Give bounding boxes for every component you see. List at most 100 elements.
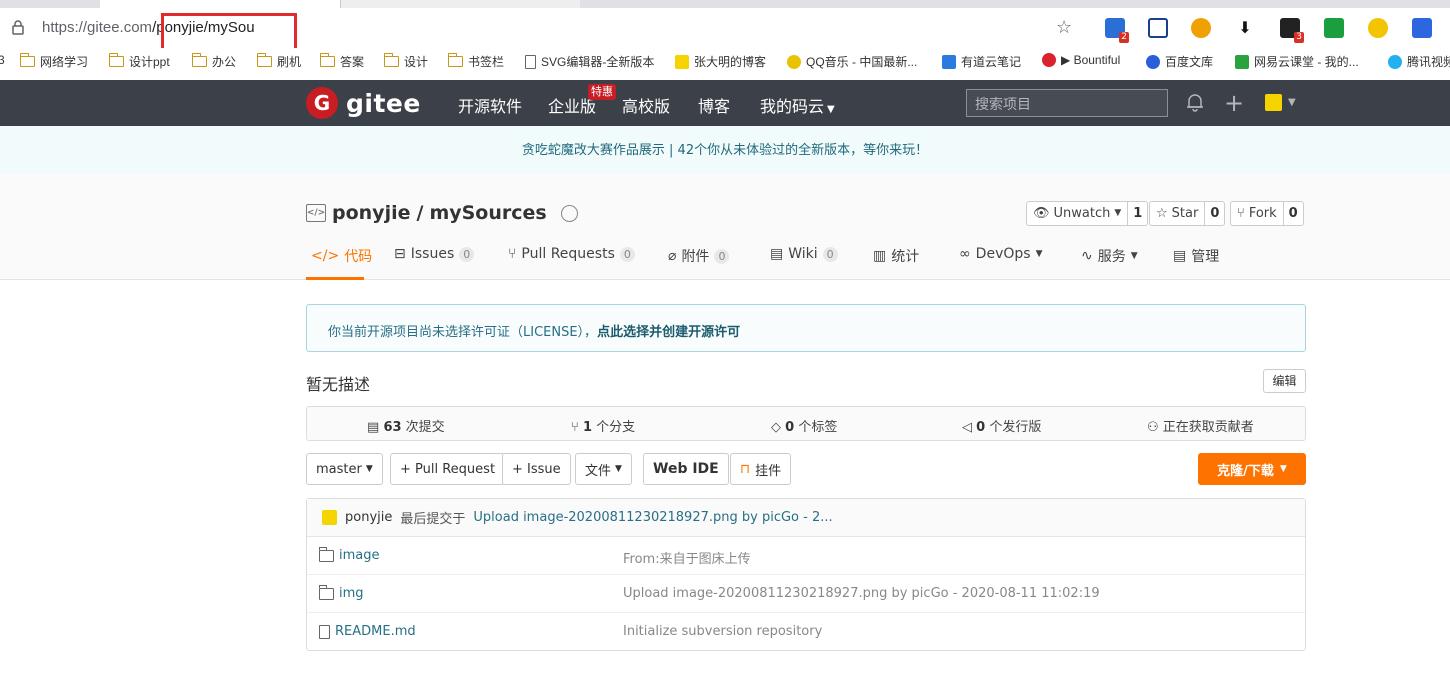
extension-icon[interactable]: 2 bbox=[1105, 18, 1129, 43]
tab-pull-requests[interactable]: ⑂ Pull Requests 0 bbox=[508, 246, 635, 262]
web-ide-button[interactable]: Web IDE bbox=[643, 453, 729, 485]
file-row[interactable]: README.md Initialize subversion reposito… bbox=[307, 613, 1305, 651]
bookmark-item[interactable]: 设计 bbox=[383, 53, 429, 70]
repo-name[interactable]: mySources bbox=[429, 202, 546, 224]
tab-issues[interactable]: ⊟ Issues 0 bbox=[394, 246, 475, 262]
settings-doc-icon: ▤ bbox=[1173, 248, 1187, 264]
bell-icon[interactable] bbox=[1186, 92, 1204, 116]
nav-blog[interactable]: 博客 bbox=[698, 93, 730, 117]
bookmark-item[interactable]: QQ音乐 - 中国最新... bbox=[787, 53, 917, 70]
file-name[interactable]: image bbox=[318, 547, 380, 563]
tab-manage[interactable]: ▤ 管理 bbox=[1173, 246, 1219, 266]
avatar[interactable] bbox=[1265, 94, 1282, 111]
file-row[interactable]: img Upload image-20200811230218927.png b… bbox=[307, 575, 1305, 613]
tag-icon: ◇ bbox=[771, 420, 781, 435]
repo-title: </> ponyjie / mySources bbox=[306, 202, 578, 224]
star-button[interactable]: ☆ Star 0 bbox=[1149, 201, 1226, 226]
repo-stats-bar: ▤ 63 次提交 ⑂ 1 个分支 ◇ 0 个标签 ◁ 0 个发行版 ⚇ 正在获取… bbox=[306, 406, 1306, 441]
commit-user[interactable]: ponyjie bbox=[345, 510, 392, 525]
bookmark-item[interactable]: ▶ Bountiful bbox=[1042, 53, 1120, 67]
lock-icon bbox=[12, 20, 24, 39]
pull-request-button[interactable]: + Pull Request bbox=[390, 453, 506, 485]
active-tab-indicator bbox=[306, 277, 364, 280]
stat-contributors[interactable]: ⚇ 正在获取贡献者 bbox=[1147, 416, 1254, 435]
bookmark-item[interactable]: 腾讯视频 bbox=[1388, 53, 1450, 70]
branch-select[interactable]: master ▼ bbox=[306, 453, 383, 485]
star-count[interactable]: 0 bbox=[1204, 202, 1224, 225]
clone-download-button[interactable]: 克隆/下载 ▼ bbox=[1198, 453, 1306, 485]
file-name[interactable]: img bbox=[318, 585, 364, 601]
plus-icon[interactable]: + bbox=[1224, 89, 1244, 117]
extension-icon[interactable]: 3 bbox=[1280, 18, 1304, 43]
bookmark-item[interactable]: 有道云笔记 bbox=[942, 53, 1021, 70]
gitee-logo[interactable]: G gitee bbox=[306, 87, 421, 119]
stat-branches[interactable]: ⑂ 1 个分支 bbox=[571, 416, 635, 435]
avatar[interactable] bbox=[322, 510, 337, 525]
bookmark-label: ▶ Bountiful bbox=[1061, 53, 1121, 67]
watch-count[interactable]: 1 bbox=[1127, 202, 1147, 225]
file-row[interactable]: image From:来自于图床上传 bbox=[307, 537, 1305, 575]
bookmark-item[interactable]: 办公 bbox=[191, 53, 236, 70]
search-input[interactable]: 搜索项目 bbox=[966, 89, 1168, 117]
tab-stats[interactable]: ▥ 统计 bbox=[873, 246, 919, 266]
send-icon: ◁ bbox=[962, 420, 972, 435]
watch-button[interactable]: 👁 Unwatch ▼ 1 bbox=[1026, 201, 1149, 226]
address-bar[interactable]: https://gitee.com/ponyjie/mySou ☆ 2 ⬇ 3 bbox=[0, 8, 1450, 51]
fork-count[interactable]: 0 bbox=[1282, 202, 1303, 225]
file-name[interactable]: README.md bbox=[319, 624, 416, 639]
nav-education[interactable]: 高校版 bbox=[622, 93, 670, 117]
bookmark-item[interactable]: 答案 bbox=[319, 53, 364, 70]
tab-label: Issues bbox=[410, 246, 455, 262]
bookmark-item[interactable]: 刷机 bbox=[256, 53, 302, 70]
stat-commits[interactable]: ▤ 63 次提交 bbox=[367, 416, 445, 435]
tencent-video-icon bbox=[1388, 54, 1402, 69]
bookmark-star-icon[interactable]: ☆ bbox=[1056, 17, 1072, 38]
widget-button[interactable]: ⊓ 挂件 bbox=[730, 453, 792, 485]
bookmark-item[interactable]: SVG编辑器-全新版本 bbox=[525, 53, 654, 70]
extension-icon[interactable] bbox=[1148, 18, 1168, 38]
file-menu-button[interactable]: 文件 ▼ bbox=[575, 453, 632, 485]
extension-icon[interactable] bbox=[1324, 18, 1344, 38]
bookmark-label: 设计 bbox=[404, 55, 429, 69]
edit-description-button[interactable]: 编辑 bbox=[1263, 369, 1306, 393]
commit-message[interactable]: Upload image-20200811230218927.png by pi… bbox=[473, 510, 832, 525]
license-link[interactable]: 点此选择并创建开源许可 bbox=[597, 325, 740, 340]
extension-icon[interactable] bbox=[1412, 18, 1432, 38]
stat-tags[interactable]: ◇ 0 个标签 bbox=[771, 416, 837, 435]
bookmark-fragment[interactable]: 3 bbox=[0, 53, 5, 67]
browser-tab[interactable] bbox=[340, 0, 580, 8]
folder-icon bbox=[19, 53, 35, 67]
bookmark-item[interactable]: 网易云课堂 - 我的... bbox=[1235, 53, 1359, 70]
file-commit-message[interactable]: Upload image-20200811230218927.png by pi… bbox=[623, 586, 1100, 601]
fork-button[interactable]: ⑂ Fork 0 bbox=[1230, 201, 1304, 226]
file-commit-message[interactable]: Initialize subversion repository bbox=[623, 624, 822, 639]
tab-wiki[interactable]: ▤ Wiki 0 bbox=[770, 246, 838, 262]
nav-my-gitee[interactable]: 我的码云 ▼ bbox=[760, 93, 835, 117]
stat-releases[interactable]: ◁ 0 个发行版 bbox=[962, 416, 1041, 435]
bookmark-item[interactable]: 张大明的博客 bbox=[675, 53, 766, 70]
tab-attachments[interactable]: ⌀ 附件 0 bbox=[668, 246, 730, 266]
bookmark-item[interactable]: 设计ppt bbox=[108, 53, 170, 70]
branches-label: 个分支 bbox=[596, 420, 636, 435]
extension-icon[interactable] bbox=[1191, 18, 1211, 38]
file-commit-message[interactable]: From:来自于图床上传 bbox=[623, 548, 751, 567]
file-name-label: img bbox=[339, 586, 364, 601]
bookmark-label: 设计ppt bbox=[129, 55, 170, 69]
bookmark-item[interactable]: 百度文库 bbox=[1146, 53, 1213, 70]
tab-devops[interactable]: ∞ DevOps ▼ bbox=[959, 246, 1042, 262]
tab-services[interactable]: ∿ 服务 ▼ bbox=[1081, 246, 1138, 266]
bookmark-item[interactable]: 网络学习 bbox=[19, 53, 88, 70]
bookmark-item[interactable]: 书签栏 bbox=[447, 53, 504, 70]
browser-tab-active[interactable] bbox=[100, 0, 340, 8]
issue-button[interactable]: + Issue bbox=[502, 453, 571, 485]
tab-code[interactable]: </> 代码 bbox=[311, 246, 372, 266]
chevron-down-icon[interactable]: ▼ bbox=[1288, 97, 1296, 108]
download-icon[interactable]: ⬇ bbox=[1235, 18, 1255, 38]
repo-owner[interactable]: ponyjie bbox=[332, 202, 410, 224]
extension-icon[interactable] bbox=[1368, 18, 1388, 38]
medal-icon[interactable] bbox=[560, 204, 578, 222]
clone-label: 克隆/下载 bbox=[1217, 463, 1274, 479]
bookmark-label: 刷机 bbox=[277, 55, 302, 69]
announcement-banner[interactable]: 贪吃蛇魔改大赛作品展示 | 42个你从未体验过的全新版本，等你来玩！ bbox=[0, 126, 1450, 174]
nav-open-source[interactable]: 开源软件 bbox=[458, 93, 522, 117]
